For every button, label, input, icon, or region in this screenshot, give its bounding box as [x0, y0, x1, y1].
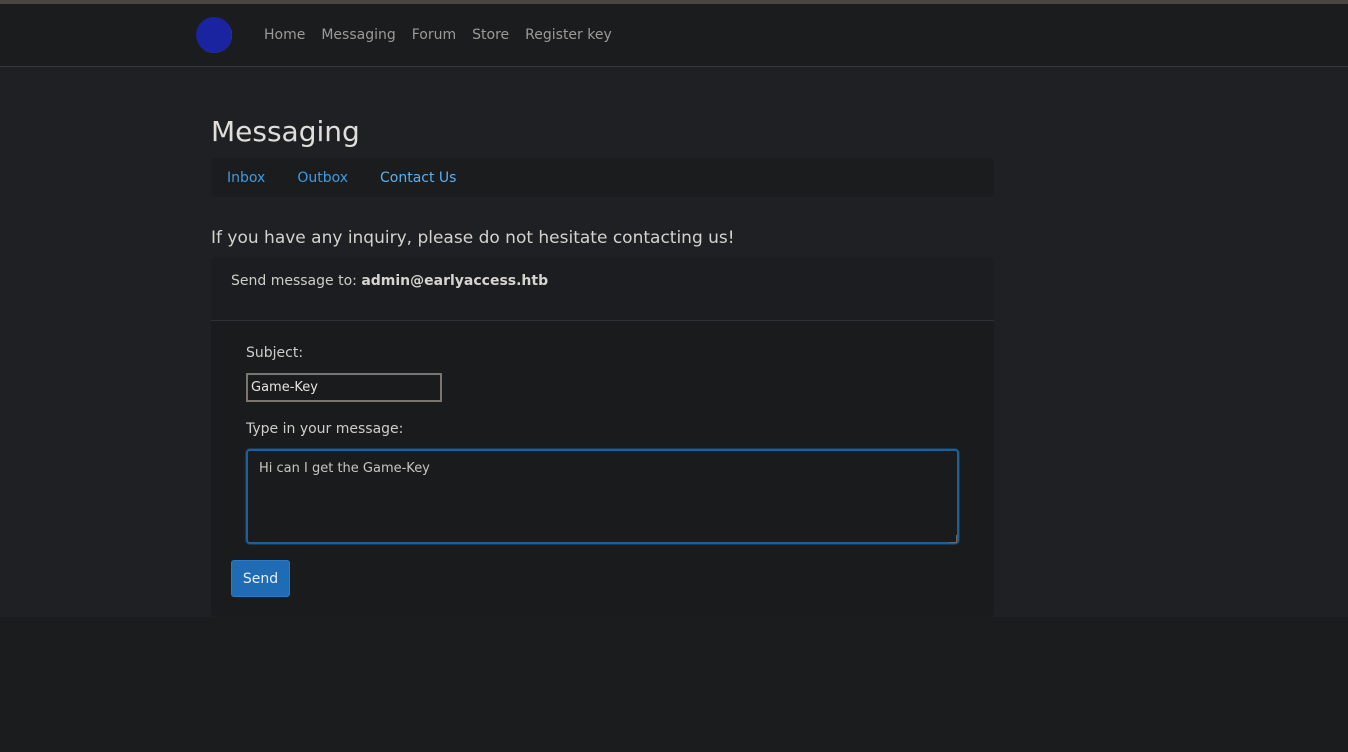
tab-inbox[interactable]: Inbox [227, 170, 265, 186]
moon-logo-icon[interactable] [196, 17, 232, 53]
message-textarea[interactable]: Hi can I get the Game-Key [246, 449, 959, 544]
intro-text: If you have any inquiry, please do not h… [211, 228, 735, 248]
tab-contact-us[interactable]: Contact Us [380, 170, 456, 186]
messaging-tabs: Inbox Outbox Contact Us [211, 158, 994, 197]
nav-links: Home Messaging Forum Store Register key [264, 27, 628, 43]
page-title: Messaging [211, 115, 360, 148]
contact-card: Send message to: admin@earlyaccess.htb S… [211, 257, 994, 617]
subject-input[interactable] [246, 373, 442, 402]
tab-outbox[interactable]: Outbox [297, 170, 348, 186]
nav-forum-link[interactable]: Forum [412, 27, 456, 43]
resize-grip-icon[interactable] [949, 535, 957, 543]
nav-register-key-link[interactable]: Register key [525, 27, 612, 43]
card-header: Send message to: admin@earlyaccess.htb [211, 257, 994, 321]
send-button[interactable]: Send [231, 560, 290, 597]
nav-home-link[interactable]: Home [264, 27, 305, 43]
send-to-address: admin@earlyaccess.htb [361, 273, 549, 289]
page-footer-area [0, 617, 1348, 752]
message-label: Type in your message: [246, 421, 404, 437]
subject-label: Subject: [246, 345, 304, 361]
nav-messaging-link[interactable]: Messaging [321, 27, 395, 43]
nav-store-link[interactable]: Store [472, 27, 509, 43]
send-to-label: Send message to: [231, 273, 357, 289]
navbar: Home Messaging Forum Store Register key [0, 4, 1348, 67]
